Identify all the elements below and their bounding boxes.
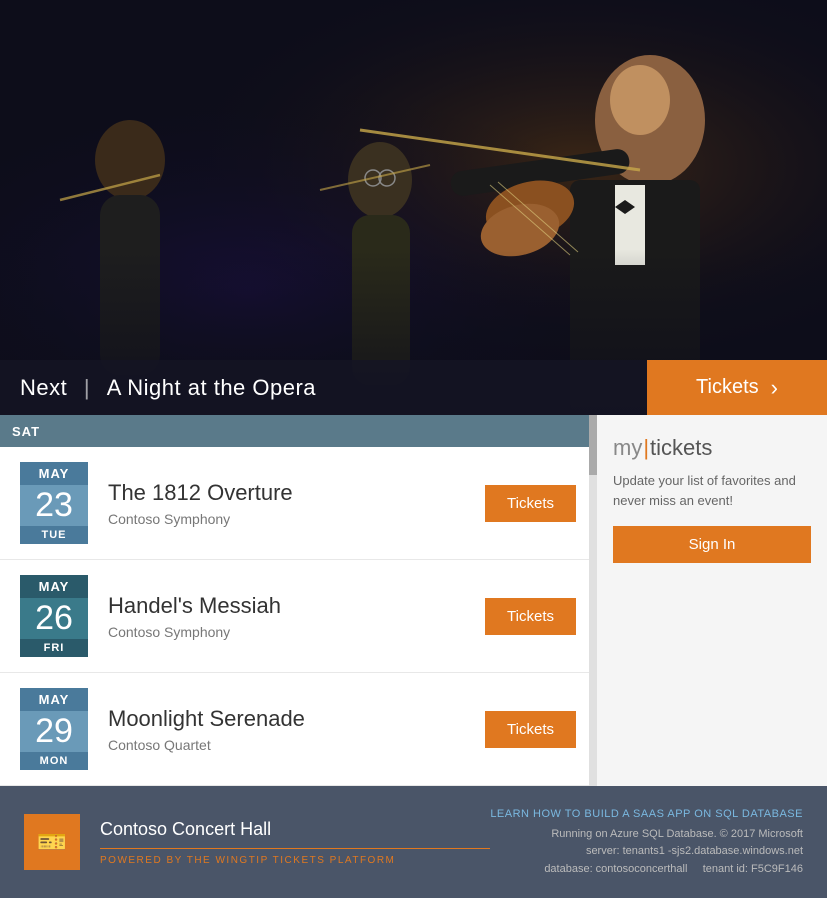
hero-tickets-label: Tickets (696, 376, 759, 399)
sidebar-tickets-label: tickets (650, 435, 712, 460)
event-day-1: 23 (20, 485, 88, 526)
event-title-2: Handel's Messiah (108, 593, 485, 619)
event-venue-1: Contoso Symphony (108, 511, 485, 527)
sidebar: my|tickets Update your list of favorites… (597, 415, 827, 786)
my-tickets-header: my|tickets (613, 435, 811, 461)
hero-event-title: A Night at the Opera (107, 375, 316, 400)
date-header-bar: SAT (0, 415, 597, 447)
event-weekday-3: MON (20, 752, 88, 770)
footer: 🎫 Contoso Concert Hall POWERED BY THE WI… (0, 786, 827, 898)
event-info-1: The 1812 Overture Contoso Symphony (108, 480, 485, 527)
sign-in-button[interactable]: Sign In (613, 526, 811, 563)
hero-tickets-arrow: › (771, 375, 778, 401)
sidebar-divider: | (643, 435, 649, 460)
event-day-2: 26 (20, 598, 88, 639)
footer-line3b: tenant id: F5C9F146 (703, 863, 803, 875)
event-item: MAY 23 TUE The 1812 Overture Contoso Sym… (0, 447, 596, 560)
hero-background (0, 0, 827, 415)
event-item: MAY 29 MON Moonlight Serenade Contoso Qu… (0, 673, 596, 786)
events-list: MAY 23 TUE The 1812 Overture Contoso Sym… (0, 447, 597, 786)
event-month-1: MAY (20, 462, 88, 485)
event-weekday-2: FRI (20, 639, 88, 657)
sidebar-description: Update your list of favorites and never … (613, 471, 811, 510)
date-header-label: SAT (12, 424, 40, 439)
footer-learn-link[interactable]: LEARN HOW TO BUILD A SAAS APP ON SQL DAT… (490, 806, 803, 824)
footer-line3a: database: contosoconcerthall (544, 863, 687, 875)
event-tickets-button-3[interactable]: Tickets (485, 711, 576, 748)
event-month-3: MAY (20, 688, 88, 711)
footer-logo: 🎫 (24, 814, 80, 870)
event-date-box-2: MAY 26 FRI (20, 576, 88, 656)
ticket-icon: 🎫 (37, 828, 67, 857)
my-label: my (613, 435, 642, 460)
event-venue-2: Contoso Symphony (108, 624, 485, 640)
event-date-box-3: MAY 29 MON (20, 689, 88, 769)
hero-event-label: Next | A Night at the Opera (0, 375, 336, 401)
event-title-3: Moonlight Serenade (108, 706, 485, 732)
main-content: SAT MAY 23 TUE The 1812 Overture Contoso… (0, 415, 827, 786)
event-title-1: The 1812 Overture (108, 480, 485, 506)
events-section: SAT MAY 23 TUE The 1812 Overture Contoso… (0, 415, 597, 786)
event-weekday-1: TUE (20, 526, 88, 544)
event-tickets-button-1[interactable]: Tickets (485, 485, 576, 522)
next-label: Next (20, 375, 67, 400)
event-tickets-button-2[interactable]: Tickets (485, 598, 576, 635)
hero-tickets-button[interactable]: Tickets › (647, 360, 827, 415)
footer-line3: database: contosoconcerthall tenant id: … (490, 861, 803, 879)
event-month-2: MAY (20, 575, 88, 598)
footer-line2: server: tenants1 -sjs2.database.windows.… (490, 843, 803, 861)
scroll-bar[interactable] (589, 415, 597, 786)
footer-brand: Contoso Concert Hall POWERED BY THE WING… (100, 819, 490, 866)
event-info-2: Handel's Messiah Contoso Symphony (108, 593, 485, 640)
scroll-thumb[interactable] (589, 415, 597, 475)
event-date-box-1: MAY 23 TUE (20, 463, 88, 543)
hero-bar: Next | A Night at the Opera Tickets › (0, 360, 827, 415)
footer-brand-name: Contoso Concert Hall (100, 819, 490, 840)
event-venue-3: Contoso Quartet (108, 737, 485, 753)
event-info-3: Moonlight Serenade Contoso Quartet (108, 706, 485, 753)
hero-section: Next | A Night at the Opera Tickets › (0, 0, 827, 415)
hero-divider: | (84, 375, 97, 400)
footer-powered-by: POWERED BY THE WINGTIP TICKETS PLATFORM (100, 848, 490, 866)
footer-line1: Running on Azure SQL Database. © 2017 Mi… (490, 826, 803, 844)
event-item: MAY 26 FRI Handel's Messiah Contoso Symp… (0, 560, 596, 673)
event-day-3: 29 (20, 711, 88, 752)
footer-info: LEARN HOW TO BUILD A SAAS APP ON SQL DAT… (490, 806, 803, 878)
